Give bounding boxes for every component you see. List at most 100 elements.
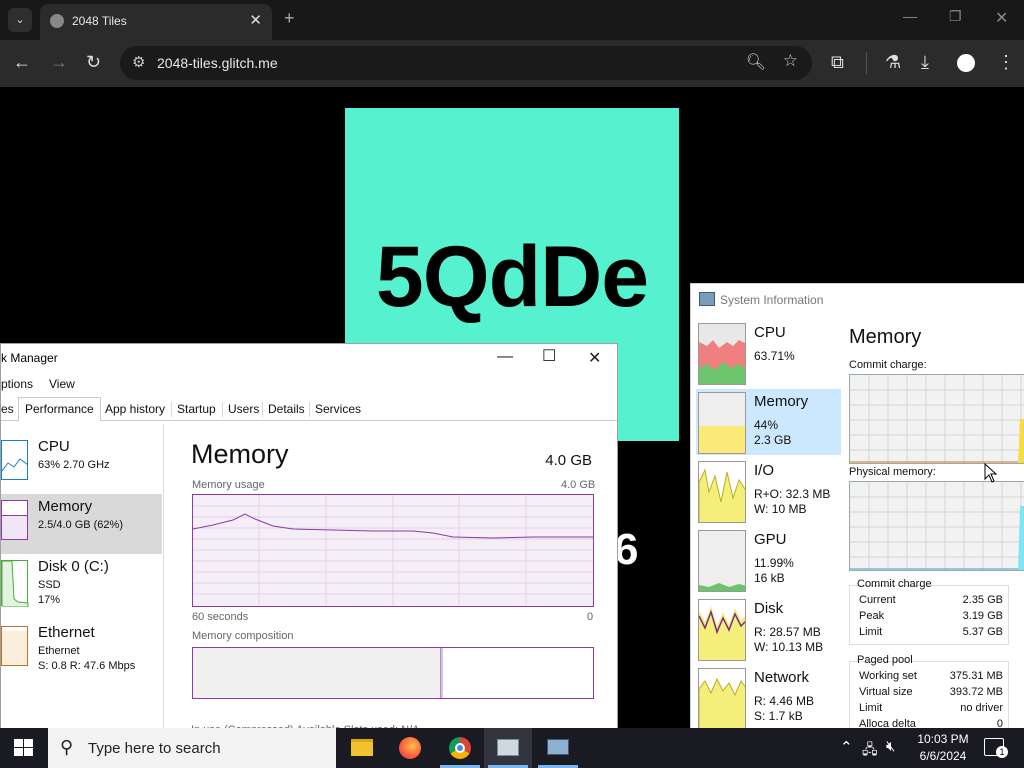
physical-memory-graph xyxy=(849,481,1024,571)
chrome-icon[interactable] xyxy=(436,728,484,768)
network-icon[interactable]: 🖧︎ xyxy=(862,739,878,763)
tab-services[interactable]: Services xyxy=(315,402,361,416)
si-item-label: CPU xyxy=(754,324,786,341)
si-item-gpu[interactable]: GPU 11.99% 16 kB xyxy=(696,527,841,593)
chevron-up-icon[interactable]: ⌃ xyxy=(840,738,853,756)
reload-icon[interactable]: ↻ xyxy=(86,52,101,73)
browser-chrome: ⌄ 2048 Tiles ✕ + — ❐ ✕ ← → ↻ ⚙ 2048-tile… xyxy=(0,0,1024,87)
section-title: Memory xyxy=(849,326,922,348)
tab-strip: ⌄ 2048 Tiles ✕ + — ❐ ✕ xyxy=(0,0,1024,40)
sidebar-item-disk[interactable]: Disk 0 (C:) SSD 17% xyxy=(1,554,162,614)
sidebar-item-value: 2.5/4.0 GB (62%) xyxy=(38,519,123,531)
sidebar-item-memory[interactable]: Memory 2.5/4.0 GB (62%) xyxy=(1,494,162,554)
mouse-cursor-icon xyxy=(984,463,998,483)
memory-total: 4.0 GB xyxy=(545,452,592,469)
modified-segment xyxy=(441,648,443,698)
sidebar-item-label: CPU xyxy=(38,438,70,455)
profile-avatar-icon[interactable] xyxy=(957,54,975,72)
tab-performance[interactable]: Performance xyxy=(18,397,101,421)
si-item-cpu[interactable]: CPU 63.71% xyxy=(696,320,841,386)
tab-close-button[interactable]: ✕ xyxy=(249,11,262,29)
si-item-value: R: 28.57 MB xyxy=(754,625,821,639)
si-item-network[interactable]: Network R: 4.46 MB S: 1.7 kB xyxy=(696,665,841,731)
network-mini-graph xyxy=(698,668,746,730)
sidebar-item-ethernet[interactable]: Ethernet Ethernet S: 0.8 R: 47.6 Mbps xyxy=(1,620,162,680)
firefox-icon[interactable] xyxy=(386,728,434,768)
maximize-button[interactable]: ☐ xyxy=(542,346,556,366)
si-item-value: W: 10.13 MB xyxy=(754,640,824,654)
tab-2048-tiles[interactable]: 2048 Tiles ✕ xyxy=(40,4,272,40)
si-item-value: 63.71% xyxy=(754,349,795,363)
captcha-text: 5QdDe xyxy=(375,229,649,325)
taskbar-search-box[interactable]: ⚲ Type here to search xyxy=(48,728,336,768)
commit-charge-box: Commit charge Current 2.35 GB Peak 3.19 GB L… xyxy=(849,578,1009,645)
bookmark-star-icon[interactable]: ☆ xyxy=(783,51,798,71)
clock-date[interactable]: 6/6/2024 xyxy=(912,749,974,763)
stat-label: Peak xyxy=(859,610,885,622)
volume-muted-icon[interactable]: 🔇︎ xyxy=(886,738,895,755)
restore-button[interactable]: ❐ xyxy=(949,8,962,25)
axis-left-label: 60 seconds xyxy=(192,611,249,623)
extensions-icon[interactable]: ⧉ xyxy=(831,52,844,73)
tab-users[interactable]: Users xyxy=(228,402,259,416)
si-item-io[interactable]: I/O R+O: 32.3 MB W: 10 MB xyxy=(696,458,841,524)
memory-usage-graph xyxy=(192,494,594,607)
clock-time[interactable]: 10:03 PM xyxy=(912,732,974,746)
minimize-button[interactable]: — xyxy=(497,348,513,366)
close-window-button[interactable]: ✕ xyxy=(995,8,1008,28)
tab-divider xyxy=(222,402,223,417)
in-use-segment xyxy=(193,648,441,698)
windows-start-button[interactable] xyxy=(14,739,34,757)
stat-value: 2.35 GB xyxy=(962,594,1003,606)
close-button[interactable]: ✕ xyxy=(588,348,601,368)
menu-view[interactable]: View xyxy=(49,377,75,391)
menu-options[interactable]: ptions xyxy=(1,377,33,391)
tab-search-button[interactable]: ⌄ xyxy=(8,8,32,32)
si-item-memory[interactable]: Memory 44% 2.3 GB xyxy=(696,389,841,455)
si-item-label: Memory xyxy=(754,393,809,410)
si-item-value: 11.99% xyxy=(754,556,794,570)
browser-toolbar: ← → ↻ ⚙ 2048-tiles.glitch.me 🔍︎ ☆ ⧉ ⚗ ⤓ … xyxy=(0,40,1024,87)
tab-divider xyxy=(171,402,172,417)
sidebar-item-label: Disk 0 (C:) xyxy=(38,558,109,575)
sidebar-item-value: 17% xyxy=(38,594,61,606)
back-icon[interactable]: ← xyxy=(13,52,31,73)
window-title: System Information xyxy=(720,293,824,307)
download-icon[interactable]: ⤓ xyxy=(921,52,929,73)
sidebar-item-cpu[interactable]: CPU 63% 2.70 GHz xyxy=(1,434,162,494)
new-tab-button[interactable]: + xyxy=(284,8,295,29)
zoom-icon[interactable]: 🔍︎ xyxy=(746,52,766,72)
minimize-button[interactable]: — xyxy=(903,8,917,24)
si-item-label: Disk xyxy=(754,600,784,617)
labs-flask-icon[interactable]: ⚗ xyxy=(885,52,901,73)
tab-details[interactable]: Details xyxy=(268,402,305,416)
si-item-value: 16 kB xyxy=(754,571,785,585)
usage-max-label: 4.0 GB xyxy=(561,479,596,491)
si-item-disk[interactable]: Disk R: 28.57 MB W: 10.13 MB xyxy=(696,596,841,662)
stat-row: Working set 375.31 MB xyxy=(849,670,1009,686)
file-explorer-icon[interactable] xyxy=(338,728,386,768)
task-manager-taskbar-icon[interactable] xyxy=(484,728,532,768)
sidebar-item-value: S: 0.8 R: 47.6 Mbps xyxy=(38,660,136,672)
notification-center-icon[interactable]: 1 xyxy=(984,738,1008,758)
forward-icon[interactable]: → xyxy=(50,52,68,73)
task-manager-window[interactable]: k Manager — ☐ ✕ ptions View es Performan… xyxy=(0,343,618,736)
site-info-icon[interactable]: ⚙ xyxy=(132,53,145,71)
address-bar[interactable]: ⚙ 2048-tiles.glitch.me 🔍︎ ☆ xyxy=(120,46,812,80)
cpu-mini-graph xyxy=(1,440,29,480)
app-icon xyxy=(699,292,715,306)
tab-app-history[interactable]: App history xyxy=(105,402,165,416)
stat-label: Working set xyxy=(859,670,917,682)
memory-composition-bar xyxy=(192,647,594,699)
memory-mini-graph xyxy=(698,392,746,454)
cpu-mini-graph xyxy=(698,323,746,385)
menu-kebab-icon[interactable]: ⋮ xyxy=(997,52,1015,73)
tab-bar: es Performance App history Startup Users… xyxy=(1,397,617,421)
tab-startup[interactable]: Startup xyxy=(177,402,216,416)
system-information-taskbar-icon[interactable] xyxy=(534,728,582,768)
tab-processes[interactable]: es xyxy=(1,402,14,416)
search-placeholder: Type here to search xyxy=(88,740,221,757)
io-mini-graph xyxy=(698,461,746,523)
system-information-window[interactable]: System Information CPU 63.71% Memory 44%… xyxy=(690,283,1024,743)
ethernet-mini-graph xyxy=(1,626,28,666)
